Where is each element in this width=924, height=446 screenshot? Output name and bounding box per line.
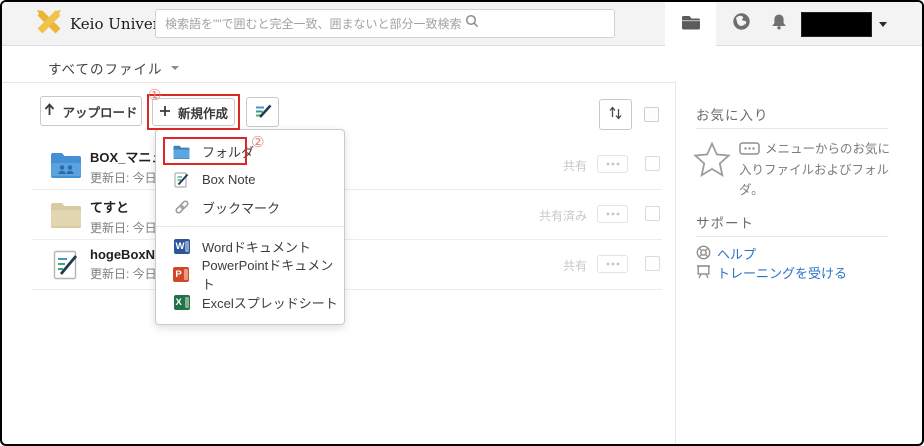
row-checkbox[interactable]: [645, 256, 660, 271]
upload-arrow-icon: [44, 103, 55, 119]
ellipsis-icon: [606, 262, 619, 266]
collab-folder-icon: [50, 151, 82, 183]
help-link[interactable]: ヘルプ: [696, 244, 756, 263]
presentation-icon: [696, 264, 711, 282]
globe-icon: [732, 12, 751, 36]
upload-button[interactable]: アップロード: [40, 96, 142, 126]
training-link[interactable]: トレーニングを受ける: [696, 263, 847, 282]
boxnote-file-icon: [53, 250, 79, 285]
globe-button[interactable]: [725, 2, 757, 46]
favorites-divider: [696, 128, 888, 129]
menu-item-boxnote[interactable]: Box Note: [156, 166, 344, 194]
menu-item-label: Excelスプレッドシート: [202, 295, 338, 311]
row-checkbox[interactable]: [645, 156, 660, 171]
search-icon: [465, 14, 479, 33]
chevron-down-icon: [170, 66, 179, 70]
more-options-button[interactable]: [597, 255, 628, 273]
training-label: トレーニングを受ける: [717, 266, 848, 281]
more-options-button[interactable]: [597, 205, 628, 223]
help-buoy-icon: [696, 245, 711, 263]
annotation-step-2: ②: [251, 134, 265, 151]
user-name-redacted[interactable]: [801, 12, 872, 37]
row-checkbox[interactable]: [645, 206, 660, 221]
menu-item-powerpoint[interactable]: P PowerPointドキュメント: [156, 258, 344, 292]
sidebar-divider: [675, 82, 676, 444]
help-label: ヘルプ: [717, 247, 757, 262]
folder-icon: [173, 145, 190, 159]
user-menu-caret-icon[interactable]: [879, 22, 887, 27]
breadcrumb-label: すべてのファイル: [48, 62, 163, 77]
sort-button[interactable]: [599, 99, 632, 130]
menu-item-bookmark[interactable]: ブックマーク: [156, 194, 344, 222]
bell-icon: [770, 13, 788, 35]
new-label: 新規作成: [177, 106, 228, 121]
favorites-heading: お気に入り: [696, 108, 769, 123]
new-note-button[interactable]: [246, 97, 279, 127]
search-placeholder: 検索語を""で囲むと完全一致、囲まないと部分一致検索: [165, 17, 462, 31]
search-input[interactable]: 検索語を""で囲むと完全一致、囲まないと部分一致検索: [155, 9, 615, 38]
ellipsis-icon: [606, 212, 619, 216]
new-dropdown-menu: フォルダ Box Note ブックマーク W Wordドキュメント P Powe…: [155, 129, 345, 325]
table-row[interactable]: hogeBoxNote 更新日: 今日、 共有: [32, 240, 662, 290]
menu-item-label: Box Note: [202, 172, 256, 188]
annotation-step-1: ①: [148, 87, 162, 104]
bookmark-link-icon: [173, 199, 190, 215]
breadcrumb[interactable]: すべてのファイル: [48, 55, 179, 81]
menu-item-folder[interactable]: フォルダ: [156, 138, 344, 166]
top-bar: Keio University 検索語を""で囲むと完全一致、囲まないと部分一致…: [2, 2, 922, 46]
more-options-button[interactable]: [597, 155, 628, 173]
share-status[interactable]: 共有済み: [539, 207, 587, 224]
table-row[interactable]: BOX_マニュア 更新日: 今日、 共有: [32, 140, 662, 190]
favorites-description: メニューからのお気に入りファイルおよびフォルダ。: [739, 142, 891, 197]
box-files-window: Keio University 検索語を""で囲むと完全一致、囲まないと部分一致…: [0, 0, 924, 446]
content-divider: [2, 82, 675, 83]
select-all-checkbox[interactable]: [644, 107, 659, 122]
support-heading: サポート: [696, 216, 754, 231]
upload-label: アップロード: [62, 105, 138, 120]
folder-icon: [50, 201, 82, 233]
ellipsis-icon: [606, 162, 619, 166]
plus-icon: [159, 105, 171, 120]
table-row[interactable]: てすと 更新日: 今日、 共有済み: [32, 190, 662, 240]
nav-files-tab[interactable]: [665, 2, 716, 46]
new-button[interactable]: 新規作成: [152, 98, 235, 126]
ellipsis-menu-icon: [739, 142, 760, 161]
word-icon: W: [173, 238, 190, 254]
keio-crossed-pens-icon: [36, 9, 62, 39]
note-pen-icon: [254, 103, 272, 122]
star-icon: [693, 141, 731, 183]
menu-item-label: Wordドキュメント: [202, 239, 311, 255]
share-status[interactable]: 共有: [563, 257, 587, 274]
menu-item-label: ブックマーク: [202, 200, 281, 216]
menu-item-label: フォルダ: [202, 145, 255, 161]
notifications-button[interactable]: [763, 2, 795, 46]
boxnote-icon: [173, 172, 190, 188]
files-folder-icon: [681, 14, 701, 35]
sort-arrows-icon: [608, 105, 623, 124]
menu-item-excel[interactable]: X Excelスプレッドシート: [156, 288, 344, 316]
support-divider: [696, 236, 888, 237]
share-status[interactable]: 共有: [563, 157, 587, 174]
menu-divider: [156, 226, 344, 228]
powerpoint-icon: P: [173, 266, 190, 282]
excel-icon: X: [173, 294, 190, 310]
